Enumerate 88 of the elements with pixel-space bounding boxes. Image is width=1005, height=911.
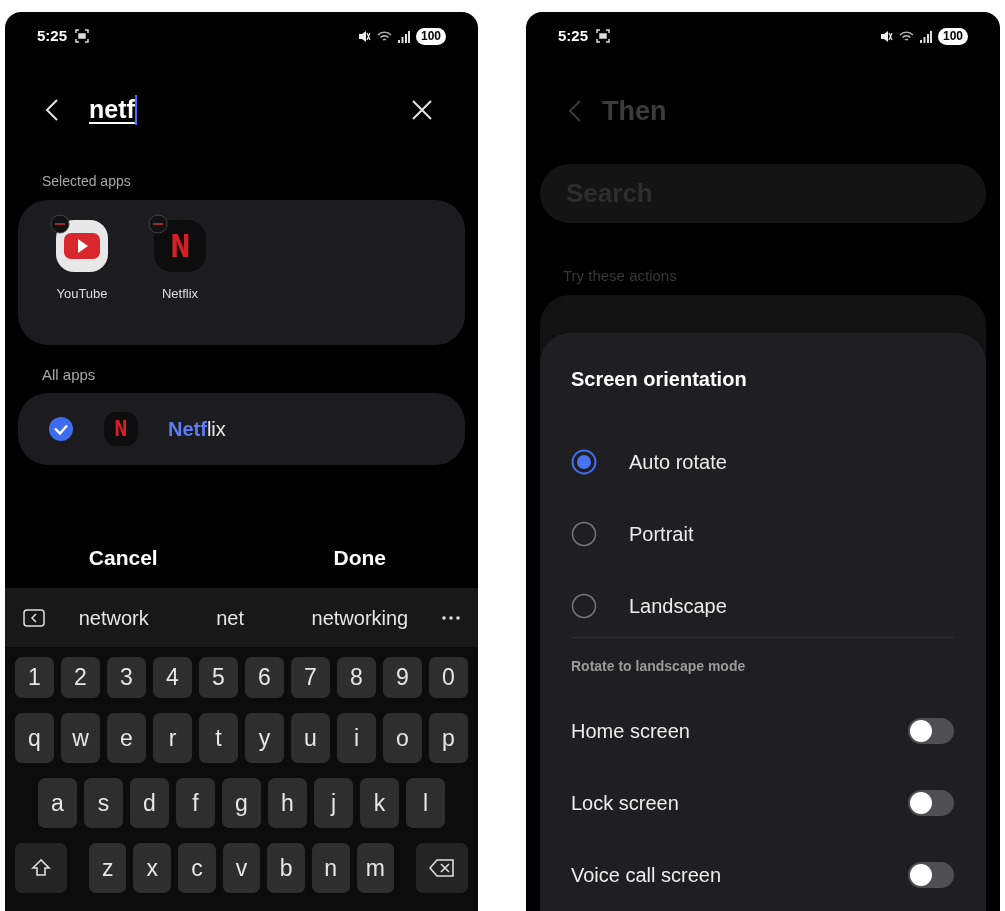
status-time: 5:25 <box>37 25 68 46</box>
shift-arrow-icon <box>31 858 52 878</box>
checkbox[interactable] <box>48 416 74 442</box>
keyboard-key[interactable]: 2 <box>61 657 100 698</box>
keyboard-key[interactable]: w <box>61 713 100 763</box>
radio-button[interactable] <box>571 448 597 475</box>
section-title: Selected apps <box>42 171 131 191</box>
more-icon[interactable] <box>442 615 460 620</box>
battery-indicator: 100 <box>415 27 446 45</box>
toggle-switch[interactable] <box>908 718 954 744</box>
backspace-key[interactable] <box>415 843 468 893</box>
suggestion-word[interactable]: network <box>78 602 149 633</box>
keyboard-key[interactable]: 5 <box>199 657 238 698</box>
app-logo-icon: N <box>104 412 138 446</box>
keyboard-key[interactable]: g <box>222 778 261 828</box>
dialog-button[interactable]: Cancel <box>5 542 242 574</box>
wifi-icon <box>898 29 914 43</box>
keyboard-key[interactable]: 1 <box>15 657 54 698</box>
battery-indicator: 100 <box>937 27 968 45</box>
app-name: Netflix <box>168 417 226 442</box>
keyboard-key[interactable]: k <box>360 778 399 828</box>
toggle-switch[interactable] <box>908 790 954 816</box>
sheet-title: Screen orientation <box>571 367 747 393</box>
keyboard-key[interactable]: d <box>130 778 169 828</box>
keyboard-key[interactable]: 9 <box>383 657 422 698</box>
screenshot-icon <box>596 29 611 43</box>
keyboard-key[interactable]: 0 <box>429 657 468 698</box>
search-field[interactable]: netf <box>89 91 382 129</box>
keyboard-key[interactable]: a <box>38 778 77 828</box>
section-title: Try these actions <box>563 265 677 286</box>
keyboard-key[interactable]: v <box>222 843 261 893</box>
page-title: Then <box>602 94 667 128</box>
keyboard-key[interactable]: i <box>337 713 376 763</box>
app-row[interactable]: N Netflix <box>18 393 465 465</box>
keyboard-key[interactable]: f <box>176 778 215 828</box>
section-title: All apps <box>42 364 96 385</box>
keyboard-key[interactable]: p <box>429 713 468 763</box>
radio-option[interactable]: Landscape <box>571 569 954 642</box>
shift-key[interactable] <box>15 843 68 893</box>
mute-icon <box>357 29 371 43</box>
keyboard-key[interactable]: t <box>199 713 238 763</box>
keyboard-key[interactable]: j <box>314 778 353 828</box>
toggle-label: Lock screen <box>571 791 679 816</box>
keyboard-key[interactable]: x <box>133 843 172 893</box>
app-label: Netflix <box>161 285 199 303</box>
keyboard-key[interactable]: 4 <box>153 657 192 698</box>
keyboard-key[interactable]: 7 <box>291 657 330 698</box>
status-time: 5:25 <box>558 25 589 46</box>
keyboard-key[interactable]: m <box>356 843 395 893</box>
keyboard-key[interactable]: l <box>406 778 445 828</box>
toggle-label: Voice call screen <box>571 863 722 888</box>
dialog-button[interactable]: Done <box>241 542 478 574</box>
close-icon[interactable] <box>412 100 432 120</box>
backspace-icon <box>428 859 455 877</box>
keyboard-key[interactable]: c <box>178 843 216 893</box>
keyboard-key[interactable]: u <box>291 713 330 763</box>
suggestion-word[interactable]: net <box>216 602 245 633</box>
keyboard-key[interactable]: e <box>107 713 146 763</box>
keyboard-key[interactable]: h <box>268 778 307 828</box>
keyboard-key[interactable]: o <box>383 713 422 763</box>
keyboard-key[interactable]: z <box>88 843 127 893</box>
keyboard-key[interactable]: q <box>15 713 54 763</box>
collapse-icon[interactable] <box>23 608 45 627</box>
keyboard-key[interactable]: s <box>84 778 123 828</box>
radio-option[interactable]: Portrait <box>571 497 954 570</box>
remove-icon[interactable] <box>50 214 70 234</box>
keyboard-key[interactable]: r <box>153 713 192 763</box>
signal-icon <box>919 29 932 43</box>
radio-button[interactable] <box>571 592 597 619</box>
section-subtitle: Rotate to landscape mode <box>571 656 746 676</box>
video-app-icon <box>56 220 108 272</box>
radio-button[interactable] <box>571 520 597 547</box>
screenshot-icon <box>75 29 90 43</box>
wifi-icon <box>376 29 392 43</box>
app-label: YouTube <box>56 285 108 303</box>
keyboard-key[interactable]: 3 <box>107 657 146 698</box>
toggle-label: Home screen <box>571 719 690 744</box>
app-logo-icon: N <box>154 220 206 272</box>
toggle-switch[interactable] <box>908 862 954 888</box>
keyboard-key[interactable]: n <box>311 843 350 893</box>
mute-icon <box>879 29 893 43</box>
radio-option[interactable]: Auto rotate <box>571 425 954 498</box>
suggestion-word[interactable]: networking <box>311 602 409 633</box>
keyboard-key[interactable]: 6 <box>245 657 284 698</box>
keyboard-key[interactable]: y <box>245 713 284 763</box>
keyboard-key[interactable]: 8 <box>337 657 376 698</box>
signal-icon <box>397 29 410 43</box>
keyboard-key[interactable]: b <box>267 843 305 893</box>
